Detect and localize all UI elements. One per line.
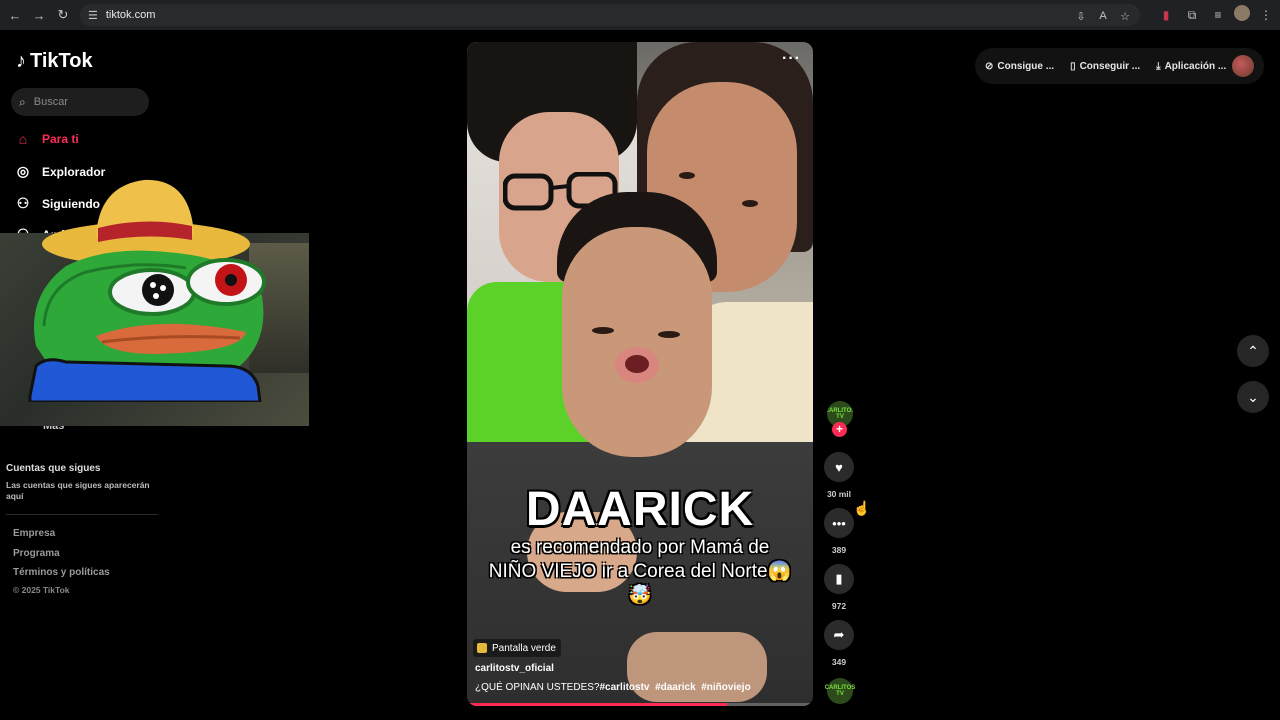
hashtag-link[interactable]: #carlitostv (599, 682, 649, 693)
install-app-icon[interactable]: ⇩ (1072, 7, 1090, 25)
video-progress-bar[interactable] (467, 703, 813, 706)
share-arrow-icon: ➦ (833, 627, 845, 642)
save-button[interactable]: ▮ (824, 564, 854, 594)
chevron-up-icon: ⌃ (1247, 342, 1259, 359)
get-coins-button[interactable]: ⊘ Consigue ... (985, 61, 1054, 72)
caption-subtitle: es recomendado por Mamá de NIÑO VIEJO ir… (488, 537, 792, 606)
following-empty-text: Las cuentas que sigues aparecerán aquí (6, 480, 150, 502)
footer-link-empresa[interactable]: Empresa (13, 528, 55, 539)
caption-title: DAARICK (525, 483, 755, 536)
following-title: Cuentas que sigues (6, 463, 101, 474)
pill-label: Conseguir ... (1079, 60, 1141, 72)
video-author[interactable]: carlitostv_oficial (475, 663, 554, 674)
footer-link-terminos[interactable]: Términos y políticas (13, 567, 110, 578)
url-text[interactable]: tiktok.com (106, 9, 156, 21)
heart-icon: ♥ (835, 459, 843, 475)
download-icon: ⤓ (1156, 60, 1161, 72)
top-action-bar: ⊘ Consigue ... ▯ Conseguir ... ⤓ Aplicac… (975, 48, 1264, 84)
forward-icon[interactable]: → (30, 6, 48, 24)
video-player[interactable]: ··· DAARICK es recomendado por Mamá de N… (467, 42, 813, 706)
effect-chip[interactable]: Pantalla verde (473, 639, 561, 657)
video-description: ¿QUÉ OPINAN USTEDES?#carlitostv #daarick… (475, 682, 805, 693)
sound-disc-logo: CARLITOS TV (824, 685, 856, 697)
pepe-straw-hat-overlay (28, 179, 266, 402)
phone-icon: ▯ (1070, 60, 1076, 72)
site-info-icon[interactable]: ☰ (88, 9, 98, 22)
get-app-button[interactable]: ▯ Conseguir ... (1070, 61, 1140, 72)
translate-icon[interactable]: A (1094, 7, 1112, 25)
search-icon: ⌕ (19, 94, 26, 109)
previous-video-button[interactable]: ⌃ (1237, 335, 1269, 367)
user-avatar[interactable] (1232, 55, 1254, 77)
pill-label: Consigue ... (997, 60, 1055, 72)
mouse-cursor-icon: ☝ (853, 500, 871, 516)
extensions-puzzle-icon[interactable]: ⧉ (1182, 5, 1202, 25)
chevron-down-icon: ⌄ (1247, 388, 1259, 405)
home-icon: ⌂ (18, 131, 28, 147)
desktop-app-button[interactable]: ⤓ Aplicación ... (1156, 61, 1226, 72)
back-icon[interactable]: ← (6, 6, 24, 24)
search-input[interactable] (33, 96, 134, 108)
sound-disc-avatar[interactable]: CARLITOS TV (824, 678, 856, 704)
tiktok-note-icon: ♪ (16, 50, 26, 72)
extension-icon[interactable]: ▮ (1156, 5, 1176, 25)
description-text: ¿QUÉ OPINAN USTEDES? (475, 682, 600, 693)
effect-icon (477, 643, 487, 653)
comment-button[interactable]: ••• (824, 508, 854, 538)
follow-plus-icon[interactable]: + (832, 422, 847, 437)
copyright-text: © 2025 TikTok (13, 585, 70, 595)
video-progress-fill (467, 703, 727, 706)
sidebar-divider (6, 514, 158, 515)
effect-chip-label: Pantalla verde (492, 642, 556, 654)
creator-avatar-logo: CARLITOSTV (827, 408, 853, 420)
browser-toolbar: ← → ↻ ☰ tiktok.com ⇩ A ☆ ▮ ⧉ ≡ ⋮ (0, 0, 1280, 30)
more-options-icon[interactable]: ··· (782, 50, 801, 68)
footer-link-programa[interactable]: Programa (13, 548, 60, 559)
search-box[interactable]: ⌕ (11, 88, 149, 116)
address-bar[interactable]: ☰ tiktok.com ⇩ A ☆ (80, 4, 1140, 26)
hashtag-link[interactable]: #daarick (655, 682, 696, 693)
media-control-icon[interactable]: ≡ (1208, 5, 1228, 25)
reload-icon[interactable]: ↻ (54, 6, 72, 24)
comment-icon: ••• (832, 515, 846, 531)
sidebar-item-label: Para ti (42, 132, 79, 146)
comment-count: 389 (831, 545, 847, 555)
bookmark-icon: ▮ (835, 571, 843, 586)
bookmark-star-icon[interactable]: ☆ (1116, 7, 1134, 25)
person-center-face (562, 227, 712, 457)
tiktok-logo[interactable]: ♪ TikTok (16, 50, 93, 73)
sidebar-item-para-ti[interactable]: ⌂ Para ti (14, 131, 79, 147)
like-button[interactable]: ♥ (824, 452, 854, 482)
coin-icon: ⊘ (985, 60, 994, 72)
next-video-button[interactable]: ⌄ (1237, 381, 1269, 413)
hashtag-link[interactable]: #niñoviejo (701, 682, 750, 693)
pill-label: Aplicación ... (1164, 60, 1227, 72)
logo-text: TikTok (30, 50, 93, 72)
share-button[interactable]: ➦ (824, 620, 854, 650)
profile-avatar[interactable] (1234, 5, 1250, 21)
menu-kebab-icon[interactable]: ⋮ (1256, 5, 1276, 25)
like-count: 30 mil (826, 489, 852, 499)
person-center-mouth (615, 347, 659, 383)
share-count: 349 (831, 657, 847, 667)
save-count: 972 (831, 601, 847, 611)
